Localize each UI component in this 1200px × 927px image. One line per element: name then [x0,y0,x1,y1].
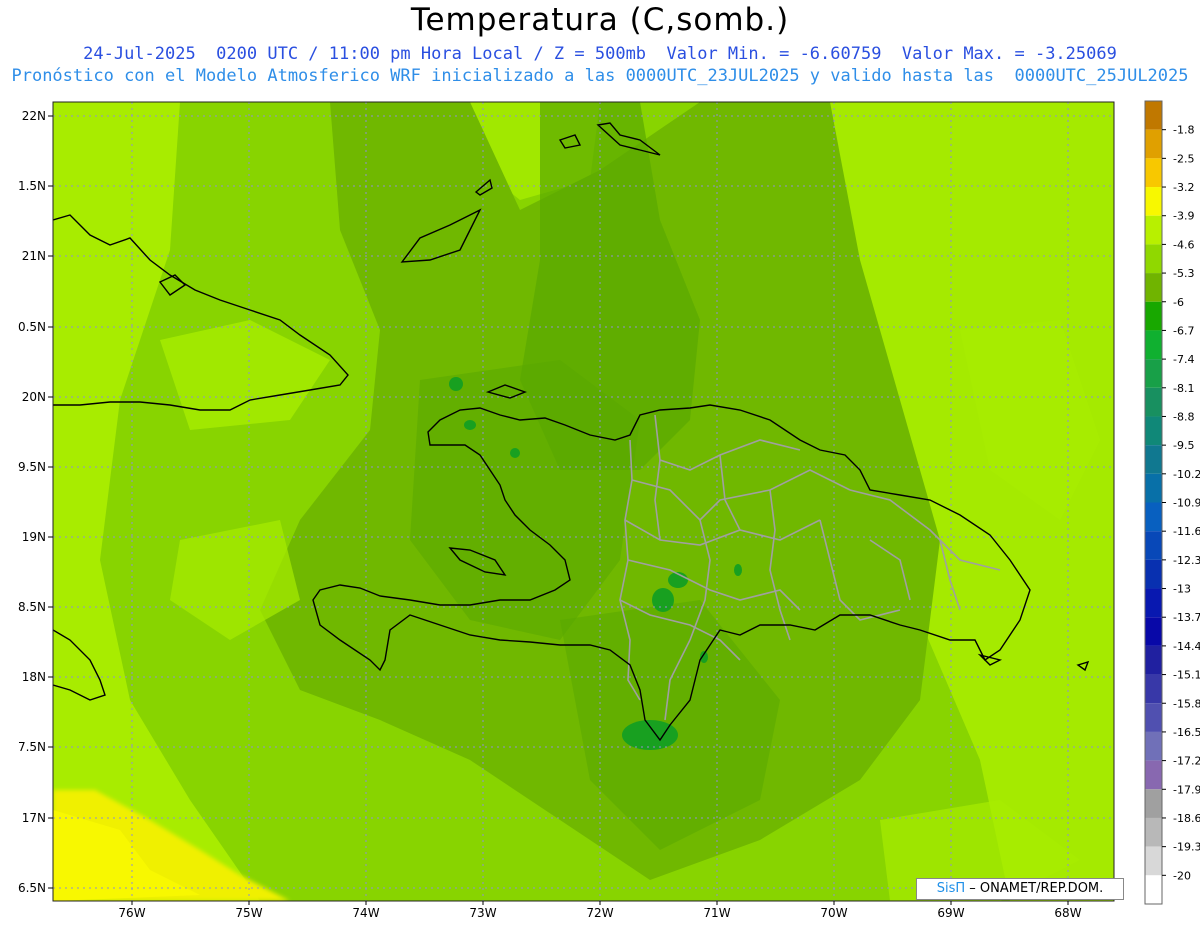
colorbar-swatch [1145,531,1162,560]
lon-ticks [131,901,1069,905]
lon-tick-label: 76W [118,906,145,920]
lat-ticks [48,115,53,889]
colorbar-swatch [1145,674,1162,704]
cold-spot [449,377,463,391]
lat-tick-label: 19N [22,530,46,544]
lon-tick-label: 70W [820,906,847,920]
cold-spot [652,588,674,612]
colorbar-label: -3.9 [1173,210,1194,223]
colorbar-label: -17.2 [1173,755,1200,768]
colorbar-label: -10.9 [1173,497,1200,510]
colorbar-swatch [1145,559,1162,589]
colorbar-label: -18.6 [1173,812,1200,825]
lon-tick-label: 73W [469,906,496,920]
colorbar-label: -6 [1173,296,1184,309]
temperature-field [53,102,1114,901]
colorbar-label: -20 [1173,869,1191,882]
colorbar-swatch [1145,273,1162,302]
colorbar-label: -7.4 [1173,353,1194,366]
colorbar-label: -14.4 [1173,640,1200,653]
colorbar-swatch [1145,645,1162,675]
colorbar-label: -4.6 [1173,238,1194,251]
colorbar-label: -1.8 [1173,124,1194,137]
colorbar-swatch [1145,703,1162,732]
lat-tick-label: 22N [22,109,46,123]
cold-spot [510,448,520,458]
colorbar-swatch [1145,760,1162,790]
colorbar-label: -12.3 [1173,554,1200,567]
colorbar-label: -15.8 [1173,697,1200,710]
latitude-axis: 22N 1.5N 21N 0.5N 20N 9.5N 19N 8.5N 18N … [18,109,46,895]
colorbar-label: -10.2 [1173,468,1200,481]
colorbar-label: -11.6 [1173,525,1200,538]
lat-tick-label: 7.5N [18,740,46,754]
lon-tick-label: 71W [703,906,730,920]
colorbar-label: -9.5 [1173,439,1194,452]
colorbar-swatch [1145,617,1162,646]
cold-spot [464,420,476,430]
colorbar-swatch [1145,445,1162,474]
colorbar-swatch [1145,416,1162,446]
colorbar-swatch [1145,473,1162,503]
temperature-map: 22N 1.5N 21N 0.5N 20N 9.5N 19N 8.5N 18N … [18,100,1200,920]
lon-tick-label: 74W [352,906,379,920]
colorbar-swatch [1145,588,1162,618]
colorbar-label: -3.2 [1173,181,1194,194]
colorbar-swatch [1145,215,1162,245]
colorbar-label: -6.7 [1173,324,1194,337]
lon-tick-label: 68W [1054,906,1081,920]
colorbar-swatch [1145,359,1162,388]
lat-tick-label: 17N [22,811,46,825]
colorbar-label: -8.8 [1173,410,1194,423]
colorbar-label: -5.3 [1173,267,1194,280]
cold-spot [734,564,742,576]
colorbar-swatch [1145,817,1162,847]
organization-label: – ONAMET/REP.DOM. [965,881,1104,896]
lat-tick-label: 9.5N [18,460,46,474]
sispi-logo: SisΠ [936,881,966,896]
colorbar-label: -13 [1173,583,1191,596]
lat-tick-label: 18N [22,670,46,684]
lon-tick-label: 75W [235,906,262,920]
colorbar-label: -16.5 [1173,726,1200,739]
colorbar-swatch [1145,330,1162,360]
colorbar-swatch [1145,731,1162,761]
colorbar-label: -13.7 [1173,611,1200,624]
colorbar-swatch [1145,387,1162,417]
credit-box: SisΠ – ONAMET/REP.DOM. [916,878,1124,900]
lat-tick-label: 8.5N [18,600,46,614]
colorbar: -1.8 -2.5 -3.2 -3.9 -4.6 -5.3 -6 -6.7 -7.4 -8.1 -8… [1144,100,1200,905]
colorbar-label: -8.1 [1173,382,1194,395]
lat-tick-label: 0.5N [18,320,46,334]
lat-tick-label: 21N [22,249,46,263]
colorbar-swatch [1145,187,1162,216]
colorbar-label: -17.9 [1173,783,1200,796]
lon-tick-label: 69W [937,906,964,920]
lat-tick-label: 1.5N [18,179,46,193]
colorbar-swatch [1145,502,1162,532]
colorbar-swatch [1145,846,1162,876]
colorbar-swatch [1145,101,1162,130]
colorbar-swatch [1145,244,1162,274]
lat-tick-label: 20N [22,390,46,404]
lat-tick-label: 6.5N [18,881,46,895]
lon-tick-label: 72W [586,906,613,920]
colorbar-swatch [1145,129,1162,159]
longitude-axis: 76W 75W 74W 73W 72W 71W 70W 69W 68W [118,906,1081,920]
colorbar-swatch [1145,158,1162,188]
colorbar-label: -19.3 [1173,841,1200,854]
colorbar-swatch [1145,875,1162,904]
colorbar-label: -15.1 [1173,669,1200,682]
colorbar-label: -2.5 [1173,152,1194,165]
colorbar-swatch [1145,301,1162,331]
colorbar-swatch [1145,789,1162,818]
